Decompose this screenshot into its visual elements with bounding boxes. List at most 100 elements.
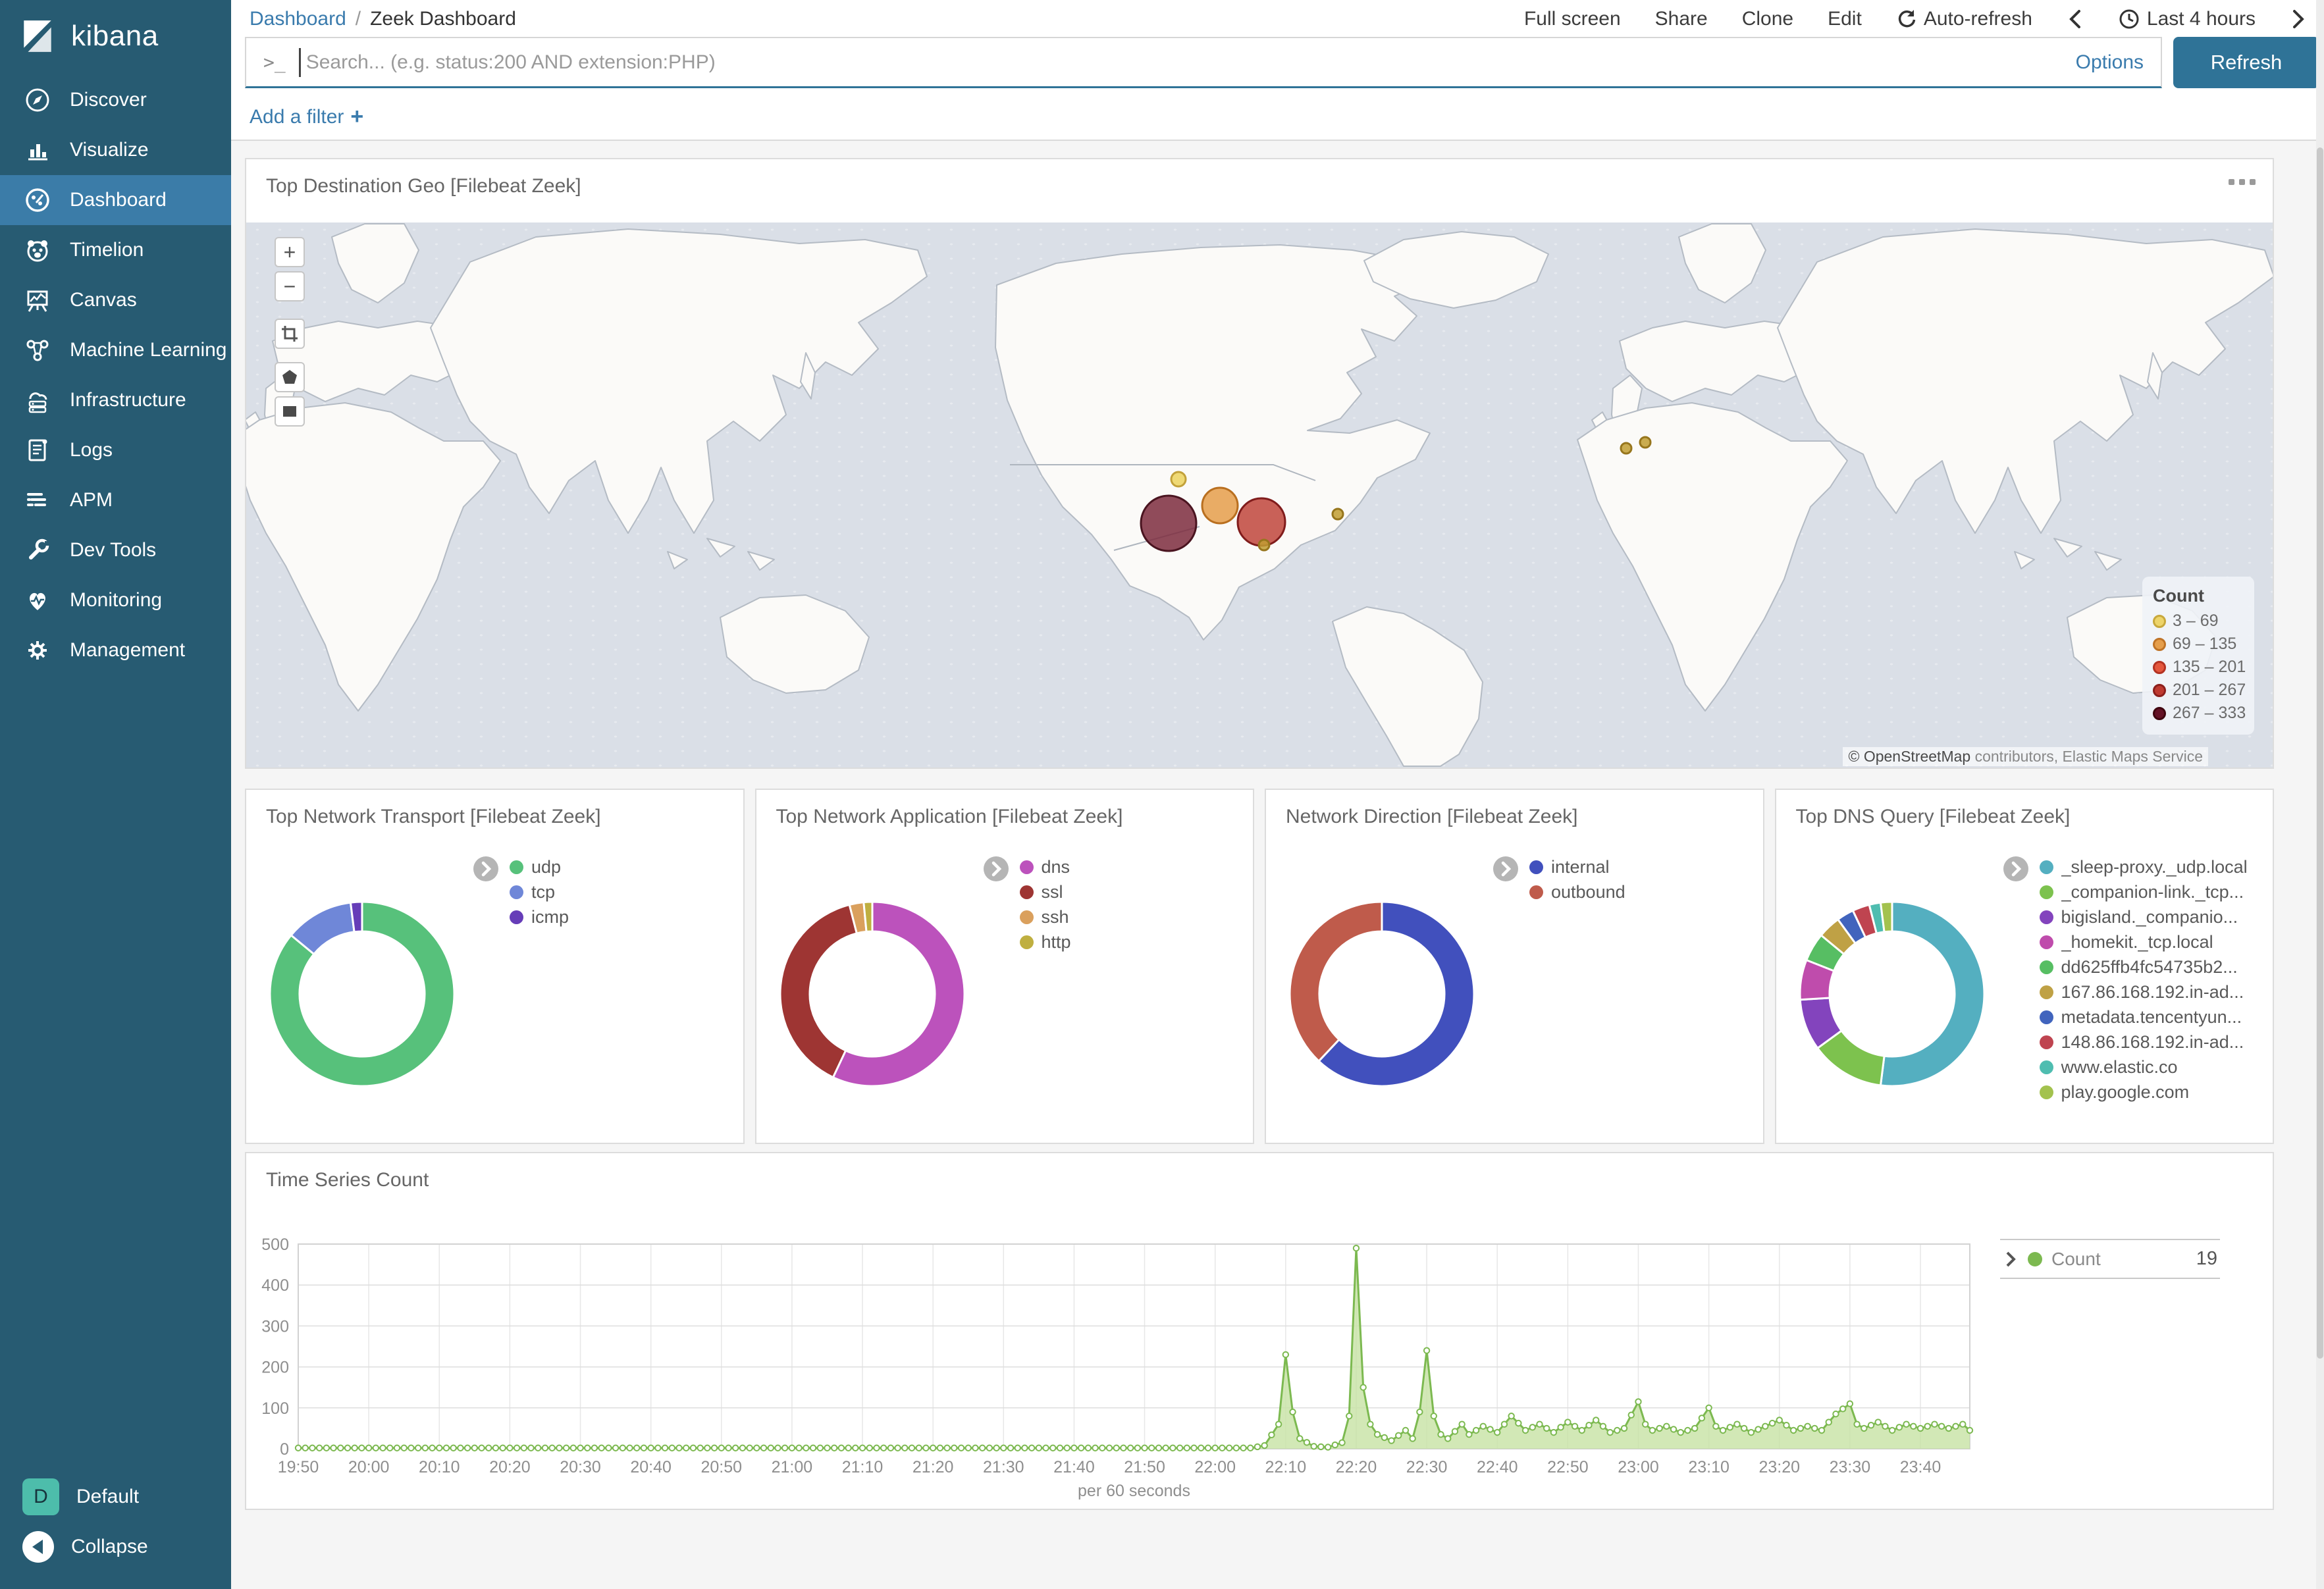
legend-label: internal bbox=[1551, 857, 1610, 877]
svg-text:100: 100 bbox=[261, 1399, 289, 1418]
sidebar-item-canvas[interactable]: Canvas bbox=[0, 275, 231, 325]
sidebar-item-dashboard[interactable]: Dashboard bbox=[0, 175, 231, 225]
add-filter-link[interactable]: Add a filter+ bbox=[250, 104, 363, 130]
world-map[interactable]: + − bbox=[246, 222, 2273, 768]
svg-text:300: 300 bbox=[261, 1317, 289, 1336]
donut-legend: _sleep-proxy._udp.local_companion-link._… bbox=[2040, 854, 2248, 1105]
legend-toggle-button[interactable] bbox=[473, 856, 499, 882]
time-series-chart[interactable]: 500400300200100019:5020:0020:1020:2020:3… bbox=[246, 1153, 2273, 1509]
legend-item[interactable]: http bbox=[1020, 929, 1071, 954]
sidebar-item-label: Dev Tools bbox=[70, 539, 156, 561]
sidebar-footer: D Default Collapse bbox=[0, 1472, 231, 1572]
map-bubble[interactable] bbox=[1238, 498, 1285, 546]
sidebar-item-machine-learning[interactable]: Machine Learning bbox=[0, 325, 231, 375]
sidebar-item-management[interactable]: Management bbox=[0, 625, 231, 675]
donut-chart[interactable] bbox=[266, 898, 458, 1090]
auto-refresh-button[interactable]: Auto-refresh bbox=[1896, 8, 2032, 30]
x-axis-tick: 23:40 bbox=[1900, 1458, 1941, 1476]
time-back-chevron[interactable] bbox=[2067, 8, 2084, 30]
legend-toggle-button[interactable] bbox=[983, 856, 1009, 882]
donut-chart[interactable] bbox=[1286, 898, 1478, 1090]
time-forward-chevron[interactable] bbox=[2290, 8, 2307, 30]
donut-slice-ssl[interactable] bbox=[780, 904, 857, 1077]
map-bubble[interactable] bbox=[1640, 437, 1651, 448]
scrollbar-thumb[interactable] bbox=[2317, 147, 2323, 1359]
legend-item[interactable]: 148.86.168.192.in-ad... bbox=[2040, 1029, 2248, 1055]
time-picker[interactable]: Last 4 hours bbox=[2118, 8, 2256, 30]
top-bar: Dashboard / Zeek Dashboard Full screen S… bbox=[231, 0, 2324, 141]
sidebar-item-collapse[interactable]: Collapse bbox=[0, 1522, 231, 1572]
legend-item[interactable]: internal bbox=[1529, 854, 1625, 879]
sidebar-item-dev-tools[interactable]: Dev Tools bbox=[0, 525, 231, 575]
full-screen-button[interactable]: Full screen bbox=[1524, 8, 1621, 30]
sidebar-item-visualize[interactable]: Visualize bbox=[0, 125, 231, 175]
legend-expand-chevron[interactable] bbox=[2003, 1250, 2019, 1268]
zoom-in-button[interactable]: + bbox=[275, 237, 305, 267]
svg-text:400: 400 bbox=[261, 1276, 289, 1295]
donut-slice-_sleep-proxy._udp.local[interactable] bbox=[1880, 902, 1984, 1086]
panel-options-icon[interactable] bbox=[2229, 179, 2256, 185]
edit-button[interactable]: Edit bbox=[1828, 8, 1862, 30]
legend-item[interactable]: icmp bbox=[510, 904, 569, 929]
query-options-link[interactable]: Options bbox=[2076, 51, 2144, 74]
legend-item[interactable]: _companion-link._tcp... bbox=[2040, 879, 2248, 904]
sidebar-item-monitoring[interactable]: Monitoring bbox=[0, 575, 231, 625]
x-axis-tick: 20:00 bbox=[348, 1458, 390, 1476]
legend-item[interactable]: tcp bbox=[510, 879, 569, 904]
legend-item[interactable]: _homekit._tcp.local bbox=[2040, 929, 2248, 954]
share-button[interactable]: Share bbox=[1655, 8, 1708, 30]
search-input[interactable] bbox=[305, 51, 2063, 74]
legend-label: _sleep-proxy._udp.local bbox=[2061, 857, 2248, 877]
map-bubble[interactable] bbox=[1259, 540, 1269, 550]
legend-item[interactable]: www.elastic.co bbox=[2040, 1055, 2248, 1080]
donut-chart[interactable] bbox=[1796, 898, 1988, 1090]
map-bubble[interactable] bbox=[1202, 488, 1238, 523]
map-bubble[interactable] bbox=[1141, 496, 1196, 551]
legend-item[interactable]: _sleep-proxy._udp.local bbox=[2040, 854, 2248, 879]
clock-icon bbox=[2118, 8, 2140, 30]
legend-swatch bbox=[1020, 935, 1034, 949]
legend-item[interactable]: dd625ffb4fc54735b2... bbox=[2040, 954, 2248, 979]
legend-item[interactable]: bigisland._companio... bbox=[2040, 904, 2248, 929]
time-series-legend[interactable]: Count 19 bbox=[2000, 1239, 2220, 1279]
sidebar-item-infrastructure[interactable]: Infrastructure bbox=[0, 375, 231, 425]
legend-item[interactable]: 167.86.168.192.in-ad... bbox=[2040, 979, 2248, 1004]
legend-swatch bbox=[2040, 985, 2053, 999]
space-avatar: D bbox=[22, 1478, 59, 1515]
map-bubble[interactable] bbox=[1333, 509, 1343, 519]
fit-bounds-button[interactable] bbox=[275, 319, 305, 349]
refresh-button[interactable]: Refresh bbox=[2173, 37, 2319, 88]
sidebar-item-default-space[interactable]: D Default bbox=[0, 1472, 231, 1522]
map-bubble[interactable] bbox=[1621, 443, 1631, 454]
kibana-logo[interactable]: kibana bbox=[0, 0, 231, 75]
draw-rectangle-button[interactable] bbox=[275, 396, 305, 427]
clone-button[interactable]: Clone bbox=[1742, 8, 1793, 30]
legend-item[interactable]: udp bbox=[510, 854, 569, 879]
sidebar-item-discover[interactable]: Discover bbox=[0, 75, 231, 125]
x-axis-tick: 20:50 bbox=[701, 1458, 743, 1476]
donut-chart[interactable] bbox=[776, 898, 968, 1090]
legend-toggle-button[interactable] bbox=[1492, 856, 1519, 882]
sidebar-item-logs[interactable]: Logs bbox=[0, 425, 231, 475]
breadcrumb-dashboard-link[interactable]: Dashboard bbox=[250, 8, 346, 30]
legend-item[interactable]: dns bbox=[1020, 854, 1071, 879]
legend-toggle-button[interactable] bbox=[2003, 856, 2029, 882]
legend-item[interactable]: ssh bbox=[1020, 904, 1071, 929]
legend-swatch bbox=[2040, 885, 2053, 899]
sidebar-item-label: Monitoring bbox=[70, 589, 162, 612]
donut-slice-outbound[interactable] bbox=[1290, 902, 1382, 1061]
zoom-out-button[interactable]: − bbox=[275, 271, 305, 301]
panel-top-dns-query: Top DNS Query [Filebeat Zeek]_sleep-prox… bbox=[1775, 789, 2275, 1144]
map-bubble[interactable] bbox=[1171, 472, 1186, 486]
legend-item[interactable]: metadata.tencentyun... bbox=[2040, 1004, 2248, 1029]
page-scrollbar[interactable] bbox=[2316, 0, 2324, 1589]
sidebar-item-timelion[interactable]: Timelion bbox=[0, 225, 231, 275]
draw-polygon-button[interactable] bbox=[275, 362, 305, 392]
collapse-label: Collapse bbox=[71, 1536, 148, 1558]
legend-item[interactable]: outbound bbox=[1529, 879, 1625, 904]
x-axis-tick: 22:30 bbox=[1406, 1458, 1448, 1476]
legend-item[interactable]: play.google.com bbox=[2040, 1080, 2248, 1105]
x-axis-tick: 21:10 bbox=[842, 1458, 884, 1476]
legend-item[interactable]: ssl bbox=[1020, 879, 1071, 904]
sidebar-item-apm[interactable]: APM bbox=[0, 475, 231, 525]
